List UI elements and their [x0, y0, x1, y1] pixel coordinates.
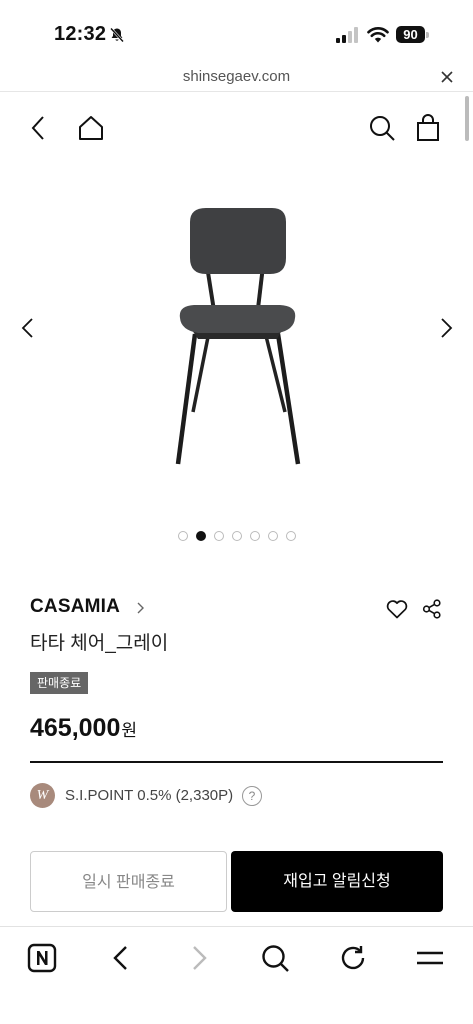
search-icon[interactable]	[260, 943, 290, 973]
refresh-icon[interactable]	[338, 943, 368, 973]
home-icon[interactable]	[77, 114, 105, 142]
chair-image[interactable]	[160, 202, 310, 467]
action-buttons: 일시 판매종료 재입고 알림신청	[30, 851, 443, 912]
gallery-next-arrow-icon[interactable]	[436, 316, 456, 340]
price-row: 465,000원	[30, 714, 137, 748]
share-icon[interactable]	[422, 599, 442, 619]
point-logo-icon: W	[30, 783, 55, 808]
back-icon[interactable]	[26, 114, 54, 142]
chevron-right-icon[interactable]	[134, 601, 146, 615]
pagination-dot[interactable]	[177, 531, 188, 541]
divider	[30, 761, 443, 763]
pagination-dot-active[interactable]	[195, 531, 206, 541]
brand-link[interactable]: CASAMIA	[30, 596, 120, 618]
pagination-dot[interactable]	[213, 531, 224, 541]
menu-icon[interactable]	[415, 943, 445, 973]
page-header	[0, 92, 473, 162]
url-bar[interactable]: shinsegaev.com	[0, 62, 473, 92]
pagination-dot[interactable]	[231, 531, 242, 541]
cart-icon[interactable]	[414, 114, 442, 142]
wifi-icon	[367, 27, 389, 43]
product-gallery[interactable]	[0, 162, 473, 541]
gallery-pagination	[0, 531, 473, 543]
pagination-dot[interactable]	[249, 531, 260, 541]
restock-alert-button[interactable]: 재입고 알림신청	[231, 851, 443, 912]
sold-out-button[interactable]: 일시 판매종료	[30, 851, 227, 912]
pagination-dot[interactable]	[285, 531, 296, 541]
browser-toolbar	[0, 926, 473, 1024]
url-text[interactable]: shinsegaev.com	[0, 68, 473, 85]
status-bar: 12:32 90	[0, 0, 473, 62]
signal-icon	[336, 27, 358, 43]
price-currency: 원	[121, 721, 138, 740]
point-text: S.I.POINT 0.5% (2,330P)	[65, 787, 234, 804]
status-badge: 판매종료	[30, 672, 89, 694]
battery-icon: 90	[396, 26, 430, 44]
pagination-dot[interactable]	[267, 531, 278, 541]
battery-level: 90	[396, 26, 425, 43]
bell-slash-icon	[110, 27, 124, 43]
battery-tip	[426, 32, 429, 38]
search-icon[interactable]	[368, 114, 396, 142]
gallery-prev-arrow-icon[interactable]	[18, 316, 38, 340]
brand-row: CASAMIA	[30, 596, 443, 622]
back-icon[interactable]	[106, 943, 136, 973]
product-name: 타타 체어_그레이	[30, 633, 169, 654]
forward-icon[interactable]	[184, 943, 214, 973]
status-time: 12:32	[54, 23, 107, 45]
price-value: 465,000	[30, 714, 121, 742]
close-icon[interactable]	[440, 70, 454, 84]
help-icon[interactable]: ?	[242, 786, 262, 806]
heart-icon[interactable]	[386, 599, 408, 619]
naver-n-icon[interactable]	[27, 943, 57, 973]
point-row: W S.I.POINT 0.5% (2,330P) ?	[30, 783, 443, 809]
